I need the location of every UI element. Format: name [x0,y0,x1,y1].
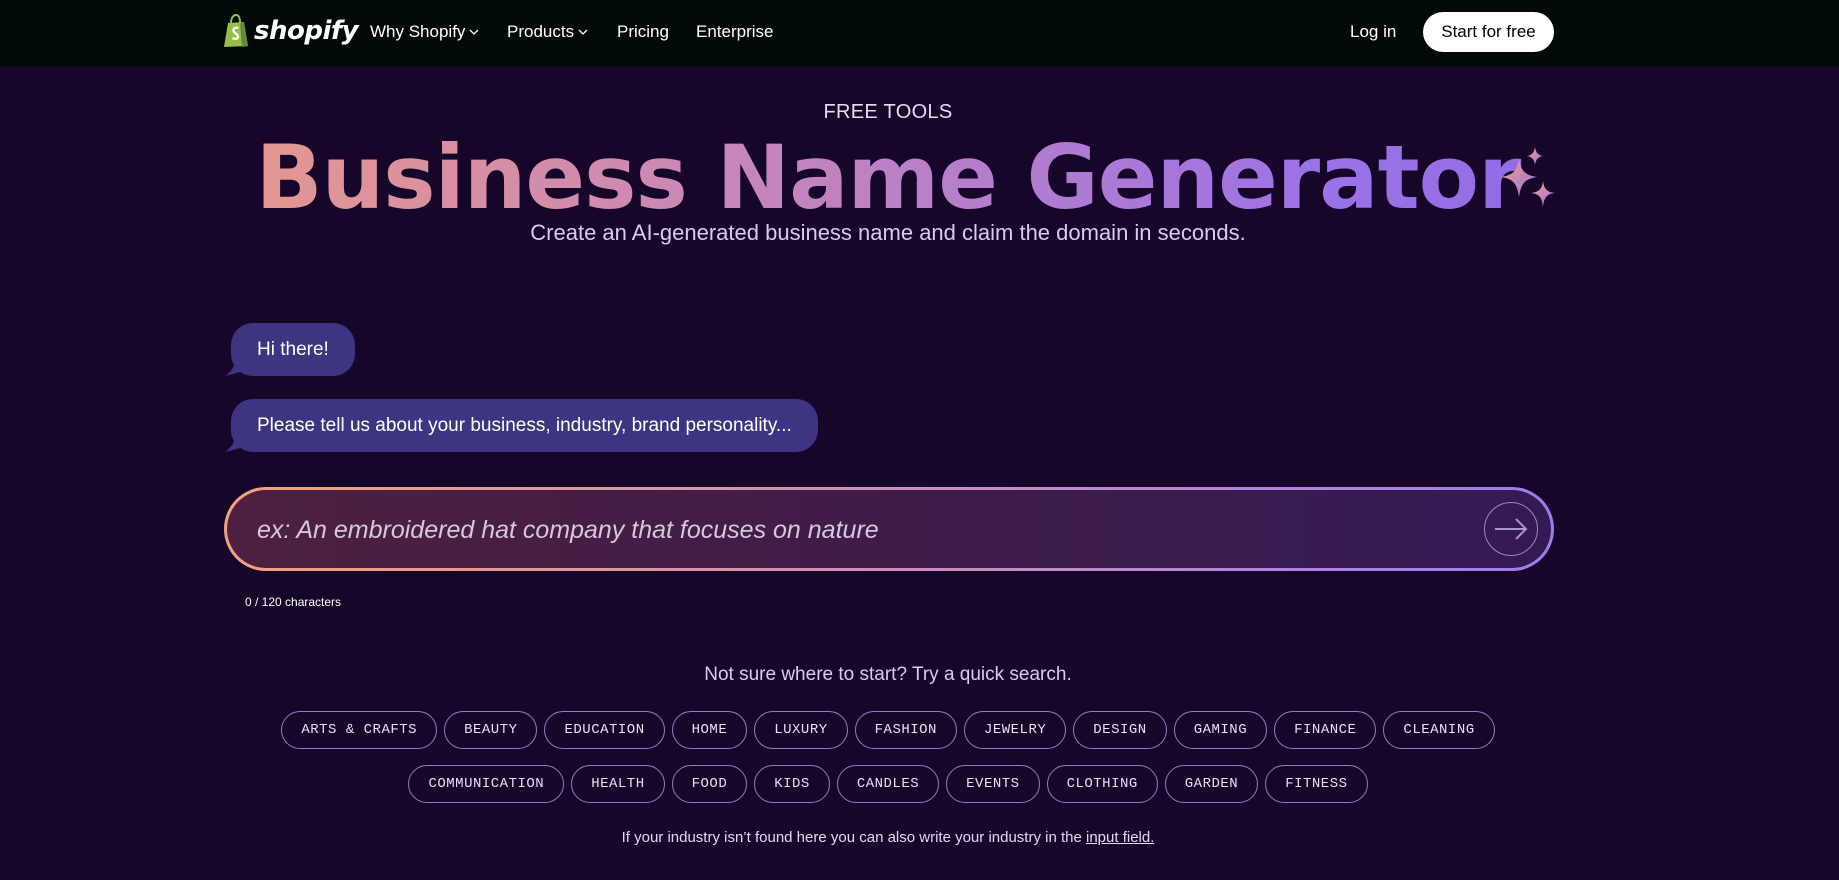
chip-finance[interactable]: FINANCE [1274,711,1377,749]
quick-search-title: Not sure where to start? Try a quick sea… [704,664,1072,685]
input-field-link[interactable]: input field. [1086,829,1154,846]
chevron-down-icon [469,29,479,35]
login-link[interactable]: Log in [1350,22,1396,42]
eyebrow-label: FREE TOOLS [823,101,953,123]
shopify-logo[interactable]: shopify [222,14,359,48]
chip-design[interactable]: DESIGN [1073,711,1167,749]
chevron-down-icon [578,29,588,35]
nav-link-label: Pricing [617,22,669,41]
shopify-bag-icon [224,14,248,47]
chip-kids[interactable]: KIDS [754,765,830,803]
chip-cleaning[interactable]: CLEANING [1383,711,1495,749]
chip-clothing[interactable]: CLOTHING [1046,765,1158,803]
brand-wordmark: shopify [254,16,359,46]
chip-home[interactable]: HOME [671,711,748,749]
business-description-field [224,487,1554,571]
start-for-free-button[interactable]: Start for free [1423,12,1554,52]
input-container [227,490,1551,570]
nav-why-shopify[interactable]: Why Shopify [370,22,479,42]
chip-candles[interactable]: CANDLES [836,765,940,803]
chip-education[interactable]: EDUCATION [544,711,665,749]
chip-arts-crafts[interactable]: ARTS & CRAFTS [281,711,438,749]
quick-search-footnote: If your industry isn’t found here you ca… [0,829,1776,846]
chip-events[interactable]: EVENTS [946,765,1040,803]
nav-link-label: Why Shopify [370,22,466,41]
quick-search-row-1: ARTS & CRAFTS BEAUTY EDUCATION HOME LUXU… [0,711,1776,749]
chip-communication[interactable]: COMMUNICATION [408,765,565,803]
character-counter: 0 / 120 characters [245,595,342,609]
page-subtitle: Create an AI-generated business name and… [530,220,1246,245]
nav-link-label: Enterprise [696,22,774,41]
chip-jewelry[interactable]: JEWELRY [963,711,1067,749]
arrow-right-icon [1495,518,1528,540]
nav-pricing[interactable]: Pricing [617,22,669,42]
chip-fitness[interactable]: FITNESS [1265,765,1368,803]
quick-search-row-2: COMMUNICATION HEALTH FOOD KIDS CANDLES E… [0,765,1776,803]
sparkle-icon [1501,147,1555,207]
login-label: Log in [1350,22,1397,41]
chip-beauty[interactable]: BEAUTY [444,711,538,749]
submit-button[interactable] [1484,502,1538,556]
chip-garden[interactable]: GARDEN [1164,765,1259,803]
business-description-input[interactable] [255,490,1439,570]
chip-luxury[interactable]: LUXURY [754,711,848,749]
footnote-text: If your industry isn’t found here you ca… [621,829,1082,846]
chip-gaming[interactable]: GAMING [1173,711,1268,749]
chat-bubble-greeting: Hi there! [231,323,355,376]
chat-bubble-prompt: Please tell us about your business, indu… [231,399,818,452]
chip-health[interactable]: HEALTH [571,765,665,803]
top-nav: shopify Why Shopify Products Pricing Ent… [0,0,1839,66]
nav-enterprise[interactable]: Enterprise [696,22,773,42]
nav-products[interactable]: Products [507,22,588,42]
chip-fashion[interactable]: FASHION [854,711,957,749]
nav-link-label: Products [507,22,575,41]
chip-food[interactable]: FOOD [671,765,748,803]
